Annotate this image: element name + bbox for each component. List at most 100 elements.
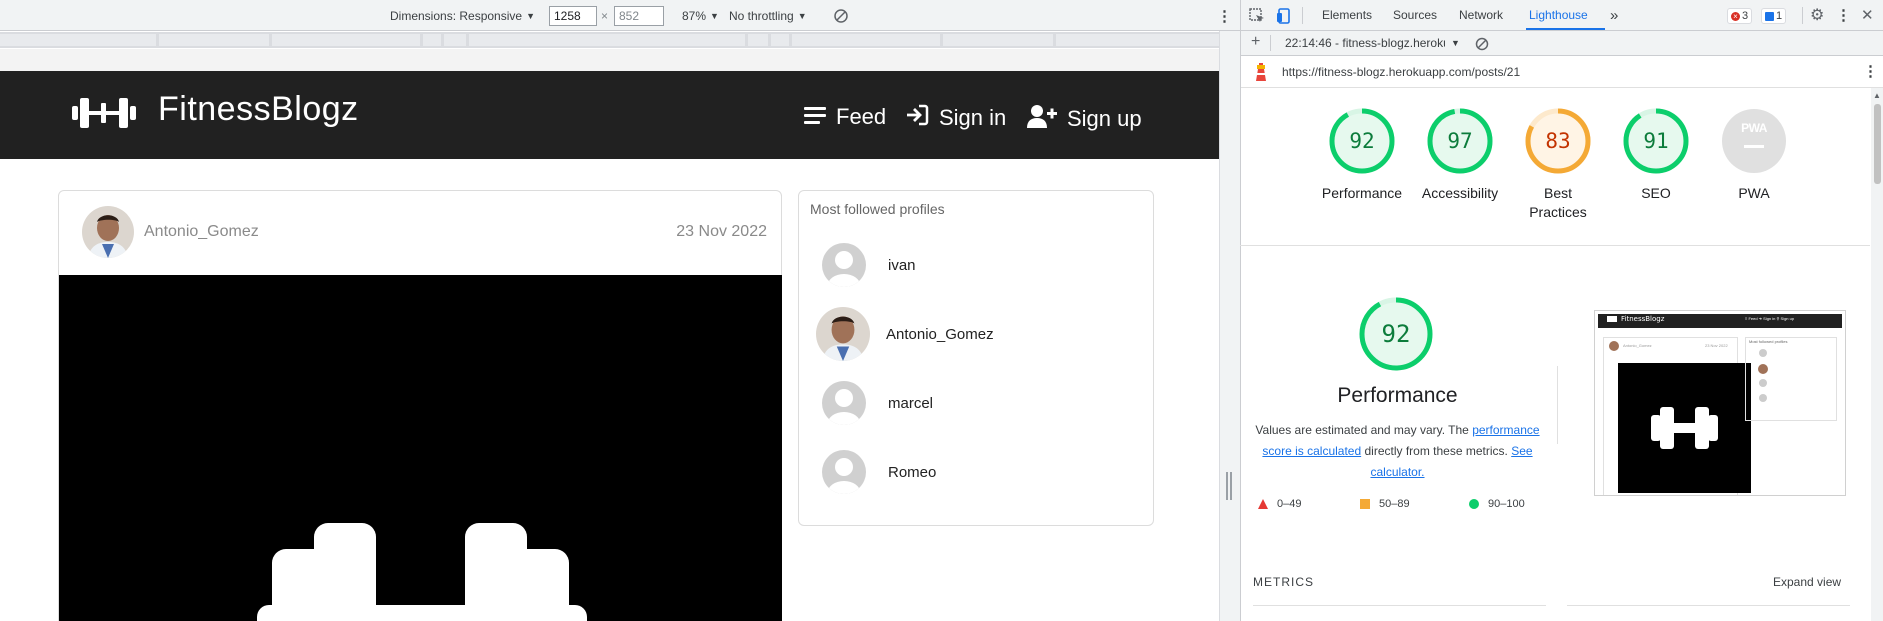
ruler-segment[interactable] — [1056, 34, 1219, 46]
toolbar-divider — [1270, 35, 1271, 51]
width-input[interactable] — [549, 6, 597, 26]
tab-network[interactable]: Network — [1459, 0, 1503, 31]
report-more-icon[interactable]: ⋮ — [1863, 62, 1878, 80]
device-toolbar: Dimensions: Responsive ▼ × 87% ▼ No thro… — [0, 0, 1240, 31]
dimensions-dropdown[interactable]: Dimensions: Responsive ▼ — [390, 0, 535, 31]
more-tabs-button[interactable]: » — [1610, 0, 1618, 31]
device-more-menu[interactable]: ⋮ — [1217, 0, 1232, 31]
profile-name: Romeo — [888, 463, 937, 481]
gauge-accessibility[interactable]: 97 Accessibility — [1410, 108, 1510, 203]
profile-item[interactable]: ivan — [822, 240, 1122, 290]
gauge-performance[interactable]: 92 Performance — [1312, 108, 1412, 203]
pwa-dash — [1744, 145, 1764, 148]
zoom-dropdown[interactable]: 87% ▼ — [682, 0, 719, 31]
resize-handle[interactable] — [1226, 472, 1232, 500]
new-report-plus-icon[interactable]: + — [1251, 33, 1260, 51]
scroll-up-icon[interactable]: ▲ — [1873, 91, 1881, 100]
more-vertical-icon: ⋮ — [1217, 7, 1232, 25]
site-brand[interactable]: FitnessBlogz — [158, 90, 359, 129]
tab-lighthouse[interactable]: Lighthouse — [1529, 0, 1588, 31]
default-avatar-icon — [822, 450, 866, 494]
report-url[interactable]: https://fitness-blogz.herokuapp.com/post… — [1282, 65, 1520, 79]
inspect-icon — [1249, 8, 1264, 22]
report-selector[interactable]: 22:14:46 - fitness-blogz.heroku — [1285, 36, 1445, 50]
ruler-segment[interactable] — [423, 34, 441, 46]
chevron-down-icon: ▼ — [710, 10, 719, 21]
browser-window: Dimensions: Responsive ▼ × 87% ▼ No thro… — [0, 0, 1883, 621]
errors-badge[interactable]: × 3 — [1727, 8, 1753, 24]
nav-sign-in-link[interactable]: Sign in — [905, 104, 1006, 132]
nav-sign-up-link[interactable]: Sign up — [1027, 104, 1142, 134]
media-query-ruler[interactable] — [0, 32, 1240, 48]
gauge-seo[interactable]: 91 SEO — [1606, 108, 1706, 203]
gauge-pwa[interactable]: PWA PWA — [1704, 108, 1804, 203]
ruler-segment[interactable] — [771, 34, 789, 46]
tab-elements[interactable]: Elements — [1322, 0, 1372, 31]
scrollbar-thumb[interactable] — [1874, 104, 1881, 184]
profile-item[interactable]: marcel — [822, 378, 1122, 428]
clear-block-icon[interactable] — [1475, 37, 1489, 51]
ruler-segment[interactable] — [159, 34, 269, 46]
lighthouse-toolbar: + 22:14:46 - fitness-blogz.heroku ▼ — [1241, 31, 1883, 56]
thumb-avatar — [1609, 341, 1619, 351]
thumb-profile-avatar — [1759, 349, 1767, 357]
metrics-divider — [1253, 605, 1546, 606]
performance-desc-middle: directly from these metrics. — [1364, 444, 1508, 458]
close-icon[interactable]: ✕ — [1861, 0, 1874, 31]
post-image[interactable] — [59, 275, 782, 621]
performance-desc-prefix: Values are estimated and may vary. The — [1255, 423, 1469, 437]
score-label: Accessibility — [1421, 185, 1499, 201]
final-screenshot-thumbnail[interactable]: FitnessBlogz ≡ Feed ➜ Sign in ⚲ Sign up … — [1594, 310, 1846, 496]
profile-item[interactable]: Antonio_Gomez — [816, 307, 1116, 361]
pwa-badge-text: PWA — [1741, 121, 1767, 135]
thumb-profiles-title: Most followed profiles — [1749, 339, 1788, 344]
nav-sign-up-label: Sign up — [1067, 106, 1142, 131]
devtools-more-icon[interactable]: ⋮ — [1836, 0, 1851, 31]
most-followed-title: Most followed profiles — [810, 201, 945, 217]
messages-badge[interactable]: 1 — [1761, 8, 1787, 24]
settings-gear-icon[interactable]: ⚙ — [1810, 0, 1824, 31]
thumb-dumbbell-icon — [1651, 407, 1718, 449]
post-author-name[interactable]: Antonio_Gomez — [144, 223, 259, 241]
metrics-divider — [1567, 605, 1850, 606]
performance-score: 92 — [1381, 320, 1411, 348]
post-author-avatar[interactable] — [82, 206, 134, 258]
legend-pass: 90–100 — [1469, 498, 1525, 510]
metrics-heading: METRICS — [1253, 575, 1314, 589]
nav-feed-link[interactable]: Feed — [804, 104, 886, 130]
ruler-segment[interactable] — [469, 34, 745, 46]
ruler-segment[interactable] — [272, 34, 420, 46]
device-toggle-button[interactable] — [1276, 0, 1292, 31]
default-avatar-icon — [822, 381, 866, 425]
ruler-segment[interactable] — [943, 34, 1053, 46]
tab-divider — [1302, 7, 1303, 24]
emulation-resize-gutter — [1219, 31, 1240, 621]
profile-name: ivan — [888, 256, 916, 274]
nav-feed-label: Feed — [836, 104, 887, 129]
zoom-label: 87% — [682, 8, 707, 23]
dumbbell-logo-icon[interactable] — [72, 95, 136, 131]
expand-view-toggle[interactable]: Expand view — [1773, 575, 1841, 589]
ruler-segment[interactable] — [792, 34, 940, 46]
section-divider — [1240, 245, 1870, 246]
tab-sources[interactable]: Sources — [1393, 0, 1437, 31]
devtools-tab-bar: Elements Sources Network Lighthouse » × … — [1241, 0, 1883, 31]
inspect-element-button[interactable] — [1249, 0, 1265, 31]
score-value: 83 — [1545, 129, 1571, 153]
ruler-segment[interactable] — [0, 34, 156, 46]
ruler-segment[interactable] — [444, 34, 466, 46]
default-avatar-icon — [822, 243, 866, 287]
dimensions-label: Dimensions: Responsive — [390, 8, 523, 23]
ruler-segment[interactable] — [748, 34, 768, 46]
gauge-best-practices[interactable]: 83 Best Practices — [1508, 108, 1608, 222]
score-label: Performance — [1321, 185, 1403, 201]
height-input[interactable] — [614, 6, 664, 26]
device-toggle-icon — [1277, 8, 1290, 24]
throttling-dropdown[interactable]: No throttling ▼ — [729, 0, 807, 31]
profile-item[interactable]: Romeo — [822, 447, 1122, 497]
rotate-button[interactable] — [833, 0, 849, 31]
chevron-down-icon[interactable]: ▼ — [1451, 38, 1460, 48]
sign-in-icon — [905, 104, 929, 132]
tab-divider — [1802, 7, 1803, 24]
user-plus-icon — [1027, 104, 1057, 134]
